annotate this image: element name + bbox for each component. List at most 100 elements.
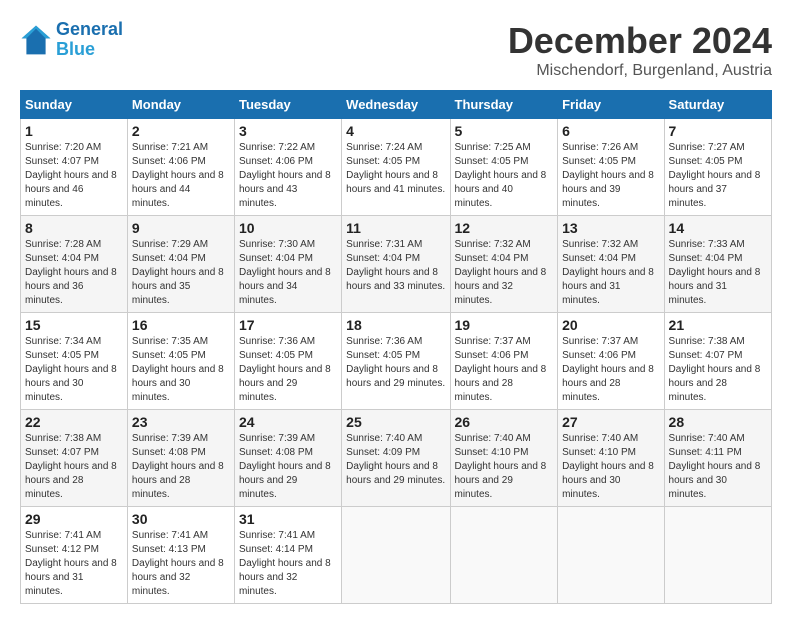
- weekday-header-saturday: Saturday: [664, 91, 771, 119]
- calendar-cell: 3 Sunrise: 7:22 AMSunset: 4:06 PMDayligh…: [234, 119, 341, 216]
- calendar-cell: 21 Sunrise: 7:38 AMSunset: 4:07 PMDaylig…: [664, 313, 771, 410]
- day-number: 10: [239, 220, 337, 236]
- day-number: 22: [25, 414, 123, 430]
- day-number: 12: [455, 220, 554, 236]
- day-info: Sunrise: 7:39 AMSunset: 4:08 PMDaylight …: [132, 433, 224, 500]
- calendar-cell: 16 Sunrise: 7:35 AMSunset: 4:05 PMDaylig…: [127, 313, 234, 410]
- weekday-header-wednesday: Wednesday: [342, 91, 450, 119]
- day-number: 7: [669, 123, 767, 139]
- calendar-cell: 30 Sunrise: 7:41 AMSunset: 4:13 PMDaylig…: [127, 507, 234, 604]
- calendar-cell: 28 Sunrise: 7:40 AMSunset: 4:11 PMDaylig…: [664, 410, 771, 507]
- day-number: 24: [239, 414, 337, 430]
- calendar-row: 1 Sunrise: 7:20 AMSunset: 4:07 PMDayligh…: [21, 119, 772, 216]
- day-number: 30: [132, 511, 230, 527]
- calendar-cell: 8 Sunrise: 7:28 AMSunset: 4:04 PMDayligh…: [21, 216, 128, 313]
- day-info: Sunrise: 7:32 AMSunset: 4:04 PMDaylight …: [562, 239, 654, 306]
- day-number: 28: [669, 414, 767, 430]
- calendar-cell: [450, 507, 558, 604]
- weekday-header-thursday: Thursday: [450, 91, 558, 119]
- day-number: 21: [669, 317, 767, 333]
- day-number: 13: [562, 220, 659, 236]
- logo-text: General Blue: [56, 20, 123, 60]
- calendar-cell: 22 Sunrise: 7:38 AMSunset: 4:07 PMDaylig…: [21, 410, 128, 507]
- calendar-cell: 2 Sunrise: 7:21 AMSunset: 4:06 PMDayligh…: [127, 119, 234, 216]
- day-info: Sunrise: 7:29 AMSunset: 4:04 PMDaylight …: [132, 239, 224, 306]
- day-number: 26: [455, 414, 554, 430]
- calendar-cell: 31 Sunrise: 7:41 AMSunset: 4:14 PMDaylig…: [234, 507, 341, 604]
- day-info: Sunrise: 7:38 AMSunset: 4:07 PMDaylight …: [25, 433, 117, 500]
- page-container: General Blue December 2024 Mischendorf, …: [20, 20, 772, 604]
- day-info: Sunrise: 7:41 AMSunset: 4:12 PMDaylight …: [25, 530, 117, 597]
- day-info: Sunrise: 7:38 AMSunset: 4:07 PMDaylight …: [669, 336, 761, 403]
- logo: General Blue: [20, 20, 123, 60]
- day-number: 2: [132, 123, 230, 139]
- day-info: Sunrise: 7:40 AMSunset: 4:10 PMDaylight …: [562, 433, 654, 500]
- day-info: Sunrise: 7:33 AMSunset: 4:04 PMDaylight …: [669, 239, 761, 306]
- weekday-header-tuesday: Tuesday: [234, 91, 341, 119]
- title-block: December 2024 Mischendorf, Burgenland, A…: [508, 20, 772, 80]
- day-info: Sunrise: 7:32 AMSunset: 4:04 PMDaylight …: [455, 239, 547, 306]
- weekday-header-row: SundayMondayTuesdayWednesdayThursdayFrid…: [21, 91, 772, 119]
- day-info: Sunrise: 7:41 AMSunset: 4:14 PMDaylight …: [239, 530, 331, 597]
- day-number: 19: [455, 317, 554, 333]
- day-number: 8: [25, 220, 123, 236]
- calendar-cell: 7 Sunrise: 7:27 AMSunset: 4:05 PMDayligh…: [664, 119, 771, 216]
- calendar-cell: 14 Sunrise: 7:33 AMSunset: 4:04 PMDaylig…: [664, 216, 771, 313]
- day-number: 3: [239, 123, 337, 139]
- day-info: Sunrise: 7:40 AMSunset: 4:10 PMDaylight …: [455, 433, 547, 500]
- calendar-cell: 12 Sunrise: 7:32 AMSunset: 4:04 PMDaylig…: [450, 216, 558, 313]
- day-info: Sunrise: 7:26 AMSunset: 4:05 PMDaylight …: [562, 142, 654, 209]
- calendar-cell: 18 Sunrise: 7:36 AMSunset: 4:05 PMDaylig…: [342, 313, 450, 410]
- day-info: Sunrise: 7:35 AMSunset: 4:05 PMDaylight …: [132, 336, 224, 403]
- logo-icon: [20, 24, 52, 56]
- calendar-cell: 19 Sunrise: 7:37 AMSunset: 4:06 PMDaylig…: [450, 313, 558, 410]
- calendar: SundayMondayTuesdayWednesdayThursdayFrid…: [20, 90, 772, 604]
- day-info: Sunrise: 7:37 AMSunset: 4:06 PMDaylight …: [562, 336, 654, 403]
- day-info: Sunrise: 7:27 AMSunset: 4:05 PMDaylight …: [669, 142, 761, 209]
- day-number: 14: [669, 220, 767, 236]
- day-number: 1: [25, 123, 123, 139]
- day-info: Sunrise: 7:30 AMSunset: 4:04 PMDaylight …: [239, 239, 331, 306]
- calendar-cell: 20 Sunrise: 7:37 AMSunset: 4:06 PMDaylig…: [558, 313, 664, 410]
- day-info: Sunrise: 7:34 AMSunset: 4:05 PMDaylight …: [25, 336, 117, 403]
- calendar-cell: 26 Sunrise: 7:40 AMSunset: 4:10 PMDaylig…: [450, 410, 558, 507]
- calendar-row: 29 Sunrise: 7:41 AMSunset: 4:12 PMDaylig…: [21, 507, 772, 604]
- calendar-cell: 5 Sunrise: 7:25 AMSunset: 4:05 PMDayligh…: [450, 119, 558, 216]
- calendar-cell: 1 Sunrise: 7:20 AMSunset: 4:07 PMDayligh…: [21, 119, 128, 216]
- day-info: Sunrise: 7:40 AMSunset: 4:11 PMDaylight …: [669, 433, 761, 500]
- calendar-cell: 4 Sunrise: 7:24 AMSunset: 4:05 PMDayligh…: [342, 119, 450, 216]
- day-info: Sunrise: 7:25 AMSunset: 4:05 PMDaylight …: [455, 142, 547, 209]
- day-info: Sunrise: 7:39 AMSunset: 4:08 PMDaylight …: [239, 433, 331, 500]
- day-info: Sunrise: 7:36 AMSunset: 4:05 PMDaylight …: [239, 336, 331, 403]
- day-info: Sunrise: 7:24 AMSunset: 4:05 PMDaylight …: [346, 142, 445, 195]
- day-number: 16: [132, 317, 230, 333]
- weekday-header-sunday: Sunday: [21, 91, 128, 119]
- month-title: December 2024: [508, 20, 772, 62]
- calendar-cell: 10 Sunrise: 7:30 AMSunset: 4:04 PMDaylig…: [234, 216, 341, 313]
- day-number: 23: [132, 414, 230, 430]
- calendar-cell: [342, 507, 450, 604]
- weekday-header-friday: Friday: [558, 91, 664, 119]
- calendar-cell: [558, 507, 664, 604]
- location-title: Mischendorf, Burgenland, Austria: [508, 62, 772, 80]
- day-info: Sunrise: 7:41 AMSunset: 4:13 PMDaylight …: [132, 530, 224, 597]
- calendar-cell: 9 Sunrise: 7:29 AMSunset: 4:04 PMDayligh…: [127, 216, 234, 313]
- day-number: 20: [562, 317, 659, 333]
- day-info: Sunrise: 7:20 AMSunset: 4:07 PMDaylight …: [25, 142, 117, 209]
- day-info: Sunrise: 7:36 AMSunset: 4:05 PMDaylight …: [346, 336, 445, 389]
- day-number: 9: [132, 220, 230, 236]
- day-number: 17: [239, 317, 337, 333]
- calendar-cell: 24 Sunrise: 7:39 AMSunset: 4:08 PMDaylig…: [234, 410, 341, 507]
- header: General Blue December 2024 Mischendorf, …: [20, 20, 772, 80]
- day-number: 4: [346, 123, 445, 139]
- day-number: 5: [455, 123, 554, 139]
- day-number: 6: [562, 123, 659, 139]
- day-info: Sunrise: 7:21 AMSunset: 4:06 PMDaylight …: [132, 142, 224, 209]
- day-number: 18: [346, 317, 445, 333]
- calendar-cell: 29 Sunrise: 7:41 AMSunset: 4:12 PMDaylig…: [21, 507, 128, 604]
- calendar-cell: 17 Sunrise: 7:36 AMSunset: 4:05 PMDaylig…: [234, 313, 341, 410]
- day-number: 25: [346, 414, 445, 430]
- day-info: Sunrise: 7:37 AMSunset: 4:06 PMDaylight …: [455, 336, 547, 403]
- day-number: 29: [25, 511, 123, 527]
- day-number: 27: [562, 414, 659, 430]
